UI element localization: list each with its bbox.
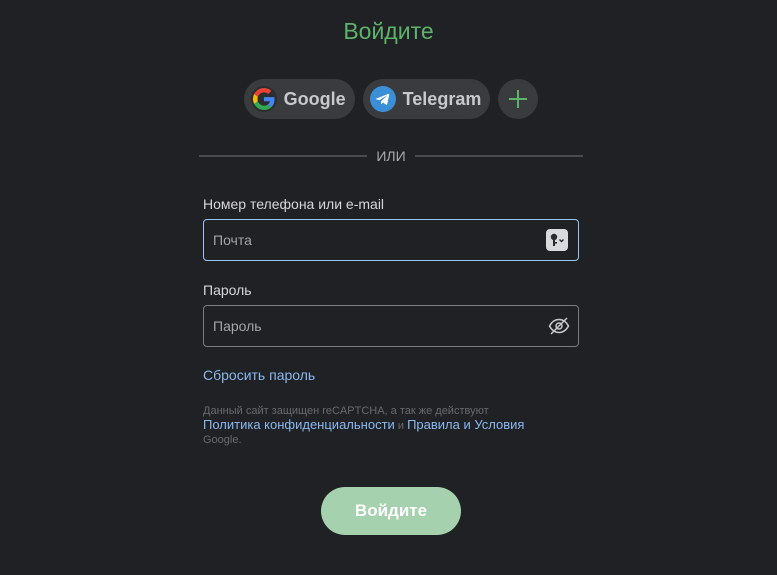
password-field-label: Пароль	[203, 282, 252, 298]
password-input[interactable]	[204, 306, 534, 346]
or-divider: ИЛИ	[199, 148, 583, 164]
terms-link[interactable]: Правила и Условия	[407, 417, 524, 432]
recaptcha-google-text: Google.	[203, 434, 242, 446]
recaptcha-conjunction: и	[397, 420, 405, 432]
reset-password-link[interactable]: Сбросить пароль	[203, 367, 315, 383]
recaptcha-text: Данный сайт защищен reCAPTCHA, а так же …	[203, 405, 489, 417]
telegram-login-button[interactable]: Telegram	[362, 79, 491, 119]
page-title: Войдите	[343, 18, 434, 44]
divider-line-right	[414, 155, 583, 157]
login-submit-button[interactable]: Войдите	[321, 487, 461, 535]
divider-text: ИЛИ	[376, 148, 406, 164]
social-login-row: Google Telegram	[0, 79, 777, 119]
password-field-wrapper	[203, 305, 579, 347]
login-page: Войдите Google Telegram ИЛИ Номер телефо…	[0, 0, 777, 575]
telegram-icon	[369, 86, 396, 112]
privacy-policy-link[interactable]: Политика конфиденциальности	[203, 417, 395, 432]
eye-off-icon[interactable]	[548, 316, 570, 336]
login-input[interactable]	[204, 220, 534, 260]
password-manager-key-icon[interactable]	[546, 229, 568, 251]
more-login-options-button[interactable]	[498, 79, 539, 119]
google-icon	[250, 86, 277, 112]
recaptcha-notice: Данный сайт защищен reCAPTCHA, а так же …	[203, 404, 583, 447]
plus-icon	[509, 90, 528, 108]
divider-line-left	[199, 155, 368, 157]
login-field-wrapper	[203, 219, 579, 261]
google-login-label: Google	[283, 88, 346, 109]
telegram-login-label: Telegram	[402, 88, 482, 109]
login-field-label: Номер телефона или e-mail	[203, 196, 385, 212]
google-login-button[interactable]: Google	[243, 79, 355, 119]
recaptcha-links-line: Политика конфиденциальности и Правила и …	[203, 418, 583, 433]
